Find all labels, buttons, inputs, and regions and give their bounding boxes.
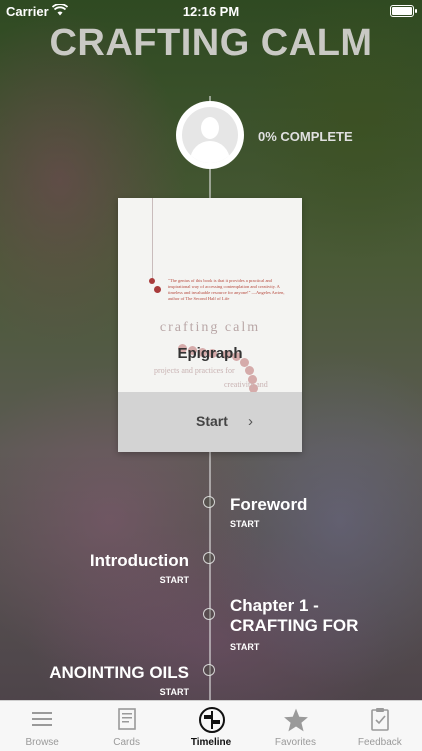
timeline-node — [203, 608, 215, 620]
cover-bead — [154, 286, 161, 293]
clipboard-icon — [368, 707, 392, 731]
start-link[interactable]: START — [230, 519, 259, 529]
tab-favorites[interactable]: Favorites — [253, 701, 337, 751]
cover-subtitle: creativity and — [224, 380, 268, 389]
start-button[interactable]: Start › — [118, 392, 302, 452]
start-link[interactable]: START — [230, 642, 259, 652]
tab-cards[interactable]: Cards — [84, 701, 168, 751]
browse-icon — [30, 707, 54, 731]
star-icon — [283, 707, 309, 732]
progress-label: 0% COMPLETE — [258, 129, 353, 144]
tab-label: Browse — [25, 737, 59, 748]
cover-subtitle: projects and practices for — [154, 366, 235, 375]
tab-label: Feedback — [357, 737, 402, 748]
timeline-entry-chapter-1[interactable]: Chapter 1 - CRAFTING FOR — [230, 596, 358, 636]
chapter-title: Epigraph — [177, 345, 243, 362]
timeline-entry-anointing-oils[interactable]: ANOINTING OILS — [49, 663, 189, 683]
timeline-node — [203, 496, 215, 508]
user-icon — [182, 107, 238, 163]
status-bar: Carrier 12:16 PM — [0, 0, 422, 22]
timeline-node — [203, 552, 215, 564]
tab-timeline[interactable]: Timeline — [169, 701, 253, 751]
tab-label: Favorites — [274, 737, 316, 748]
cards-icon — [115, 707, 139, 731]
avatar[interactable] — [176, 101, 244, 169]
tab-bar: Browse Cards Timeline Favorites Feedback — [0, 700, 422, 751]
battery-icon — [390, 5, 417, 17]
timeline-entry-introduction[interactable]: Introduction — [90, 551, 189, 571]
featured-chapter-card[interactable]: "The genius of this book is that it prov… — [118, 198, 302, 452]
timeline-entry-foreword[interactable]: Foreword — [230, 495, 307, 515]
start-link[interactable]: START — [160, 575, 189, 585]
cover-blurb: "The genius of this book is that it prov… — [168, 278, 285, 301]
tab-label: Timeline — [190, 737, 232, 748]
cover-string — [152, 198, 153, 280]
tab-browse[interactable]: Browse — [0, 701, 84, 751]
start-label: Start — [196, 413, 228, 429]
start-link[interactable]: START — [160, 687, 189, 697]
timeline-icon — [199, 707, 226, 733]
timeline-node — [203, 664, 215, 676]
cover-bead — [149, 278, 155, 284]
chevron-right-icon: › — [248, 413, 253, 430]
tab-label: Cards — [113, 737, 140, 748]
tab-feedback[interactable]: Feedback — [338, 701, 422, 751]
clock: 12:16 PM — [182, 4, 240, 19]
page-title: CRAFTING CALM — [49, 22, 373, 64]
cover-title: crafting calm — [159, 320, 261, 335]
